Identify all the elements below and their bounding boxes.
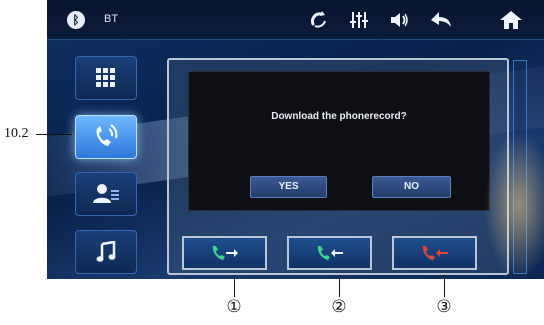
sidebar-item-music[interactable] <box>75 230 137 274</box>
volume-icon[interactable] <box>387 9 411 31</box>
missed-calls-button[interactable] <box>392 236 477 270</box>
callout-line <box>36 134 72 135</box>
home-icon[interactable] <box>499 9 523 31</box>
no-button[interactable]: NO <box>372 176 451 198</box>
equalizer-icon[interactable] <box>347 9 371 31</box>
side-scroll-rail <box>513 60 527 274</box>
sidebar-item-call[interactable] <box>75 115 137 159</box>
outgoing-calls-button[interactable] <box>182 236 267 270</box>
callout-number-2: ② <box>331 297 347 317</box>
callout-tick-3 <box>444 275 445 297</box>
back-icon[interactable] <box>429 9 453 31</box>
sidebar-item-keypad[interactable] <box>75 56 137 100</box>
callout-tick-2 <box>339 275 340 297</box>
download-dialog: Download the phonerecord? YES NO <box>188 71 490 211</box>
device-screen: ᛒ BT Download the phonerecord? YES NO <box>47 0 544 279</box>
incoming-calls-button[interactable] <box>287 236 372 270</box>
callout-label: 10.2 <box>4 126 29 141</box>
bt-label: BT <box>104 13 119 25</box>
yes-button[interactable]: YES <box>250 176 327 198</box>
dialog-message: Download the phonerecord? <box>271 111 407 122</box>
callout-number-3: ③ <box>436 297 452 317</box>
sidebar-item-contacts[interactable] <box>75 172 137 216</box>
bluetooth-icon: ᛒ <box>67 11 85 29</box>
phone-sync-icon[interactable] <box>307 9 331 31</box>
callout-number-1: ① <box>226 297 242 317</box>
callout-tick-1 <box>234 275 235 297</box>
status-bar: ᛒ BT <box>47 0 544 40</box>
